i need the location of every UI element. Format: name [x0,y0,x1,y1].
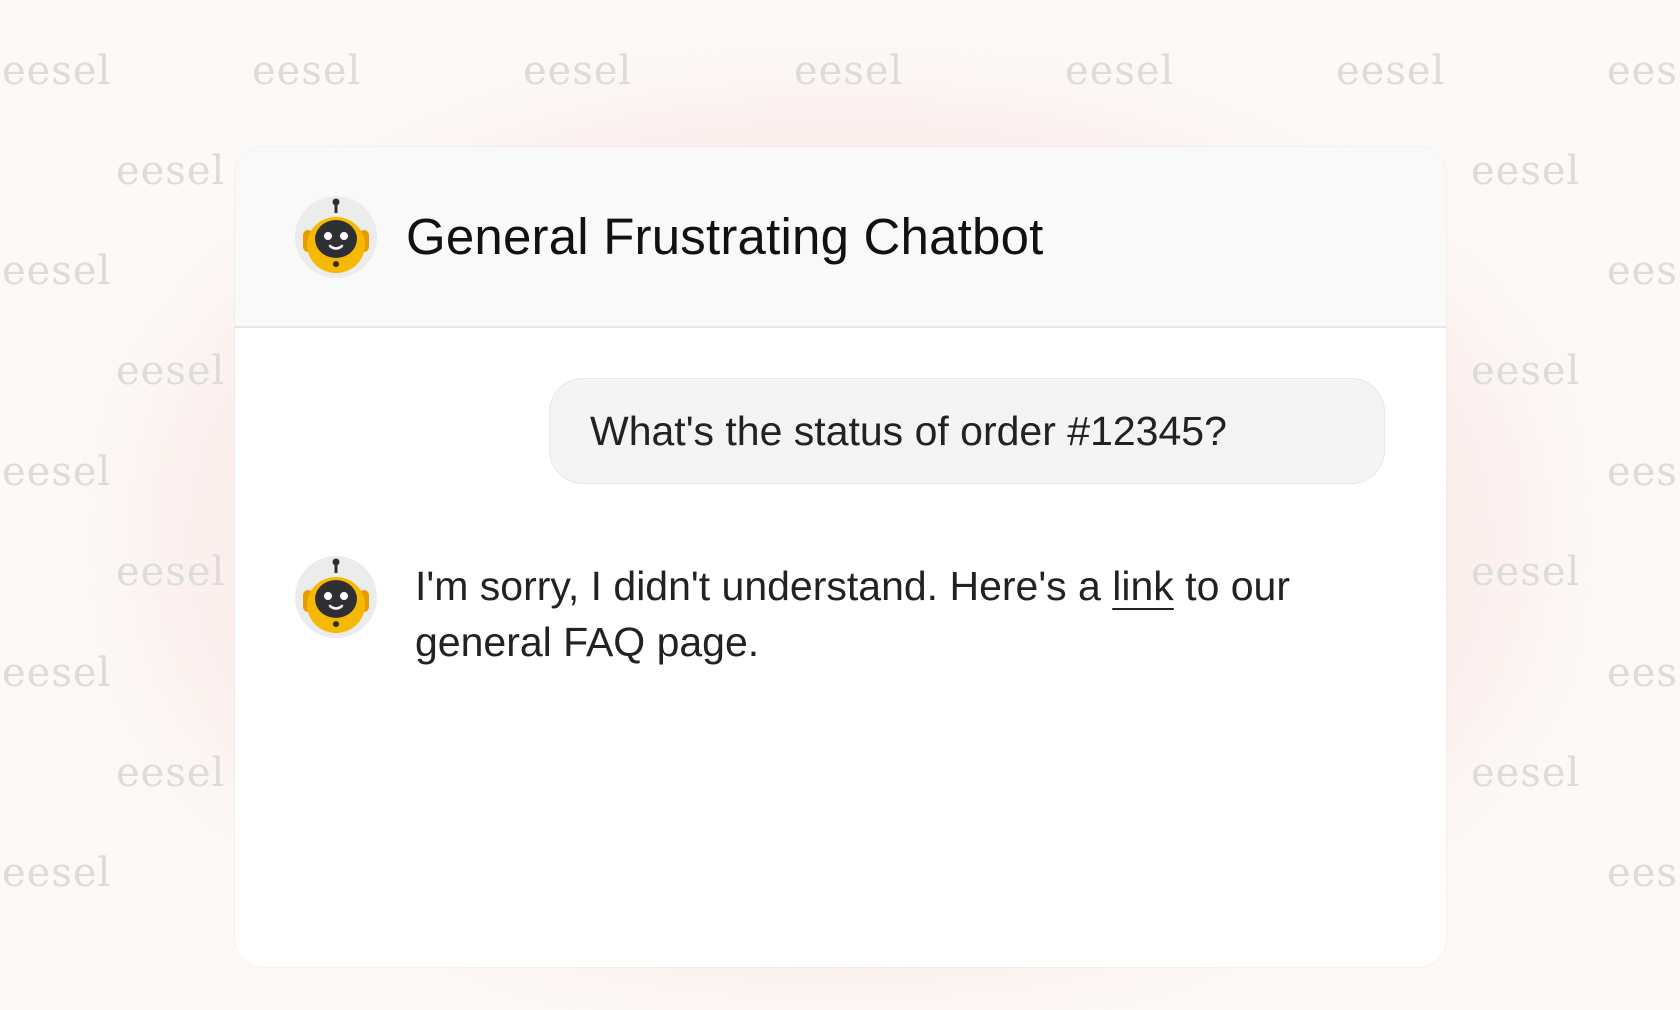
bot-message-text-part: I'm sorry, I didn't understand. Here's a [415,563,1113,609]
chatbot-title: General Frustrating Chatbot [406,208,1044,265]
user-message-text: What's the status of order #12345? [590,407,1227,454]
chat-window: General Frustrating Chatbot What's the s… [235,147,1446,967]
bot-message-row: I'm sorry, I didn't understand. Here's a… [295,556,1315,670]
watermark-text: eesel [2,48,112,94]
watermark-text: eesel [2,248,112,294]
faq-link[interactable]: link [1112,563,1174,609]
watermark-text: eesel [1607,248,1680,294]
watermark-text: eesel [1607,850,1680,896]
bot-message-text: I'm sorry, I didn't understand. Here's a… [415,558,1315,670]
user-message-bubble: What's the status of order #12345? [549,378,1385,484]
watermark-text: eesel [1607,449,1680,495]
watermark-text: eesel [2,449,112,495]
watermark-text: eesel [1607,650,1680,696]
chat-header: General Frustrating Chatbot [235,147,1446,328]
watermark-text: eesel [1607,48,1680,94]
watermark-text: eesel [2,650,112,696]
robot-icon [295,556,377,638]
watermark-text: eesel [2,850,112,896]
robot-icon [295,195,377,278]
